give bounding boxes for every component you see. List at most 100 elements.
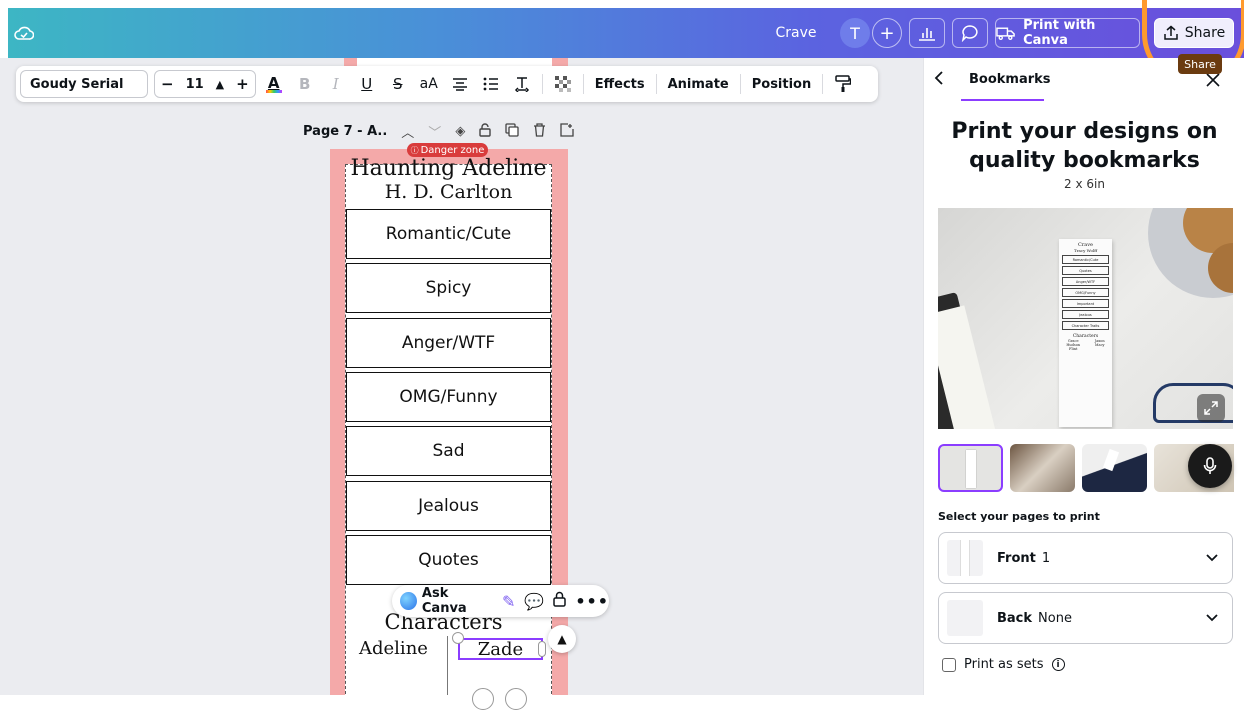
animate-button[interactable]: Animate (664, 77, 733, 92)
selected-text-box[interactable]: Zade (458, 638, 543, 660)
chevron-down-icon[interactable]: ﹀ (428, 122, 441, 141)
back-button[interactable] (934, 70, 954, 90)
back-value: None (1038, 610, 1072, 626)
mini-item: Romantic/Cute (1062, 255, 1109, 264)
preview-thumbnail[interactable] (1010, 444, 1075, 492)
mini-item: Important (1062, 299, 1109, 308)
design-title[interactable]: Crave (774, 23, 818, 43)
previous-page-sliver-inner (357, 58, 552, 66)
align-center-icon[interactable] (447, 70, 473, 98)
copy-style-icon[interactable] (830, 70, 856, 98)
mini-characters-left: Grace Hudson Flint (1066, 339, 1081, 351)
bold-button[interactable]: B (292, 70, 318, 98)
print-with-canva-button[interactable]: Print with Canva (995, 18, 1140, 48)
bar-chart-icon (919, 28, 935, 41)
separator (739, 74, 741, 94)
increase-font-size-button[interactable]: + (236, 75, 249, 93)
category-box[interactable]: Quotes (346, 535, 551, 585)
mini-item: Quotes (1062, 266, 1109, 275)
handle-circle[interactable] (472, 688, 494, 710)
underline-button[interactable]: U (354, 70, 380, 98)
text-color-button[interactable]: A (261, 70, 287, 98)
color-strip (265, 89, 282, 93)
add-collaborator-button[interactable]: + (872, 18, 902, 48)
handle-circle[interactable] (505, 688, 527, 710)
book-title[interactable]: Haunting Adeline (346, 156, 551, 181)
list-icon[interactable] (478, 70, 504, 98)
add-page-icon[interactable] (560, 122, 574, 141)
character-right[interactable]: Zade (478, 639, 523, 660)
insights-button[interactable] (909, 18, 945, 48)
spacing-icon[interactable] (509, 70, 535, 98)
category-box[interactable]: Spicy (346, 263, 551, 313)
front-value: 1 (1041, 550, 1051, 566)
preview-thumbnail-selected[interactable] (938, 444, 1003, 492)
book-author[interactable]: H. D. Carlton (346, 181, 551, 203)
warning-icon: ▲ (557, 632, 567, 646)
effects-button[interactable]: Effects (591, 77, 649, 92)
avatar[interactable]: T (840, 18, 870, 48)
category-box[interactable]: Jealous (346, 481, 551, 531)
category-box[interactable]: Romantic/Cute (346, 209, 551, 259)
magic-edit-icon[interactable]: ✎ (502, 592, 515, 611)
hide-page-icon[interactable]: ◈ (455, 124, 465, 139)
resize-handle[interactable] (538, 641, 546, 657)
characters-divider (447, 636, 448, 695)
mini-item: Jealous (1062, 310, 1109, 319)
product-preview-image[interactable]: Crave Tracy Wolff Romantic/Cute Quotes A… (938, 208, 1233, 429)
italic-button[interactable]: I (323, 70, 349, 98)
info-icon[interactable]: i (1051, 658, 1065, 671)
chevron-up-icon[interactable]: ︿ (401, 122, 414, 141)
category-box[interactable]: Anger/WTF (346, 318, 551, 368)
category-box[interactable]: OMG/Funny (346, 372, 551, 422)
danger-icon: ⓘ (410, 145, 419, 155)
comments-button[interactable] (952, 18, 988, 48)
strikethrough-button[interactable]: S (385, 70, 411, 98)
close-button[interactable] (1206, 72, 1220, 91)
category-box[interactable]: Sad (346, 426, 551, 476)
lock-icon[interactable] (479, 122, 492, 141)
character-left[interactable]: Adeline (359, 638, 428, 659)
chevron-left-icon (934, 71, 943, 85)
lock-icon[interactable] (553, 591, 567, 611)
decrease-font-size-button[interactable]: − (161, 75, 174, 93)
breadcrumb[interactable]: Bookmarks (969, 72, 1051, 87)
text-toolbar: Goudy Serial − 11 ▲ + A B I U S aA Effec… (16, 66, 878, 102)
transparency-icon[interactable] (550, 70, 576, 98)
chevron-down-icon (1206, 614, 1218, 622)
select-pages-label: Select your pages to print (938, 510, 1100, 523)
position-button[interactable]: Position (748, 77, 816, 92)
truck-icon (996, 27, 1015, 40)
front-page-thumbnail (947, 540, 983, 576)
warning-icon: ▲ (215, 77, 225, 91)
voice-input-button[interactable] (1188, 444, 1232, 488)
back-pages-dropdown[interactable]: Back None (938, 592, 1233, 644)
page-header: Page 7 - A.. ︿ ﹀ ◈ (303, 122, 574, 141)
trash-icon[interactable] (533, 122, 546, 141)
separator (541, 74, 543, 94)
front-pages-dropdown[interactable]: Front 1 (938, 532, 1233, 584)
share-button[interactable]: Share (1154, 18, 1234, 48)
ask-canva-bar: Ask Canva ✎ 💬 ••• (392, 585, 609, 617)
letter-case-button[interactable]: aA (416, 70, 442, 98)
page-label[interactable]: Page 7 - A.. (303, 124, 387, 139)
cloud-sync-icon[interactable] (12, 21, 36, 45)
separator (582, 74, 584, 94)
thumbnail-bookmark-shape (966, 450, 976, 488)
separator (655, 74, 657, 94)
font-size-value[interactable]: 11 (186, 77, 204, 92)
expand-button[interactable] (1197, 394, 1225, 422)
print-as-sets-checkbox[interactable] (942, 657, 956, 672)
add-comment-icon[interactable]: 💬 (524, 592, 544, 611)
danger-zone-badge: ⓘ Danger zone (407, 143, 488, 157)
print-as-sets-label[interactable]: Print as sets (964, 657, 1044, 672)
more-options-icon[interactable]: ••• (575, 592, 609, 611)
share-tooltip: Share (1178, 54, 1222, 74)
ask-canva-button[interactable]: Ask Canva (422, 586, 493, 616)
rotate-handle[interactable] (452, 632, 464, 644)
warning-badge[interactable]: ▲ (548, 625, 576, 653)
font-size-control: − 11 ▲ + (154, 70, 256, 98)
font-family-dropdown[interactable]: Goudy Serial (20, 70, 148, 98)
preview-thumbnail[interactable] (1082, 444, 1147, 492)
duplicate-page-icon[interactable] (505, 122, 519, 141)
